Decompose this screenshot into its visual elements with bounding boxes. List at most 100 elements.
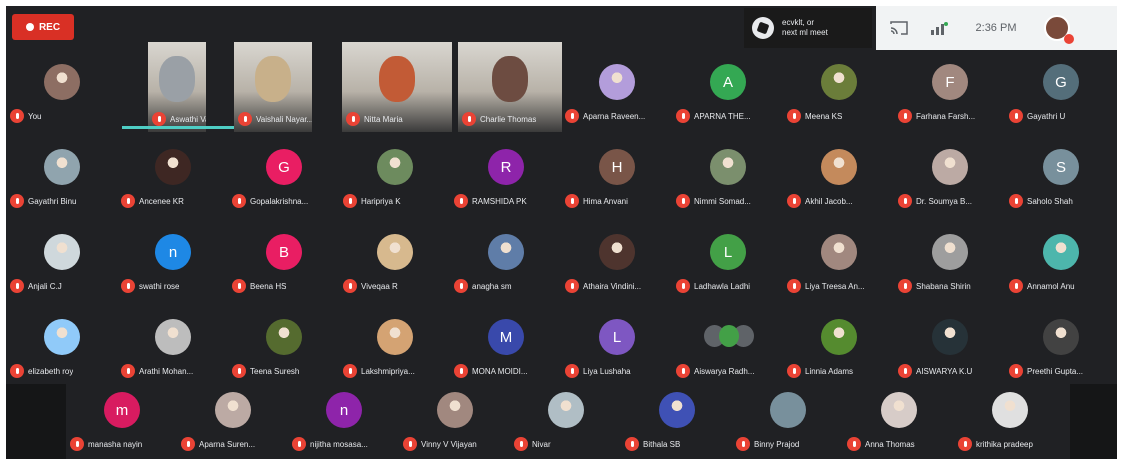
participant-nameplate: Liya Treesa An...	[787, 279, 865, 293]
record-button[interactable]: REC	[12, 14, 74, 40]
mic-off-icon	[232, 194, 246, 208]
avatar	[44, 234, 80, 270]
participant-name: Aparna Suren...	[199, 439, 256, 449]
participant-name: Vinny V Vijayan	[421, 439, 477, 449]
participant-tile[interactable]: Anna Thomas	[843, 374, 955, 459]
participant-tile[interactable]: krithika pradeep	[954, 374, 1066, 459]
participant-nameplate: Aparna Suren...	[181, 437, 255, 451]
participant-name: Saholo Shah	[1027, 196, 1073, 206]
avatar	[821, 64, 857, 100]
participant-tile[interactable]: Aparna Suren...	[177, 374, 289, 459]
participant-nameplate: Nivar	[514, 437, 551, 451]
participant-name: swathi rose	[139, 281, 180, 291]
meeting-grid: REC ecvklt, or next ml meet 2:36 PM Aswa…	[6, 6, 1117, 459]
mic-off-icon	[565, 194, 579, 208]
participant-tile[interactable]: Shabana Shirin	[894, 216, 1006, 303]
participant-tile[interactable]: anagha sm	[450, 216, 562, 303]
participant-name: Farhana Farsh...	[916, 111, 976, 121]
participant-tile[interactable]: G Gopalakrishna...	[228, 131, 340, 218]
participant-tile[interactable]: n nijitha mosasa...	[288, 374, 400, 459]
video-tile[interactable]: Nitta Maria	[342, 42, 452, 132]
mic-off-icon	[403, 437, 417, 451]
participant-tile[interactable]: Annamol Anu	[1005, 216, 1117, 303]
cast-icon[interactable]	[890, 21, 908, 35]
participant-tile[interactable]: You	[6, 46, 118, 133]
mic-off-icon	[565, 109, 579, 123]
participant-tile[interactable]: L Ladhawla Ladhi	[672, 216, 784, 303]
participant-tile[interactable]: Binny Prajod	[732, 374, 844, 459]
participant-tile[interactable]: Meena KS	[783, 46, 895, 133]
participant-tile[interactable]: A APARNA THE...	[672, 46, 784, 133]
participant-nameplate: Anna Thomas	[847, 437, 915, 451]
mic-off-icon	[1009, 109, 1023, 123]
avatar	[266, 319, 302, 355]
meet-notification[interactable]: ecvklt, or next ml meet	[744, 8, 872, 48]
participant-tile[interactable]: R RAMSHIDA PK	[450, 131, 562, 218]
participant-tile[interactable]: Aparna Raveen...	[561, 46, 673, 133]
participant-tile[interactable]: Akhil Jacob...	[783, 131, 895, 218]
participant-tile[interactable]: Gayathri Binu	[6, 131, 118, 218]
participant-name: Vaishali Nayar...	[256, 114, 312, 124]
participant-tile[interactable]: Viveqaa R	[339, 216, 451, 303]
mic-off-icon	[346, 112, 360, 126]
participant-tile[interactable]: Anjali C.J	[6, 216, 118, 303]
avatar	[932, 149, 968, 185]
notification-badge	[1064, 34, 1074, 44]
participant-tile[interactable]: Athaira Vindini...	[561, 216, 673, 303]
participant-tile[interactable]: Haripriya K	[339, 131, 451, 218]
mic-off-icon	[1009, 279, 1023, 293]
participant-name: Ladhawla Ladhi	[694, 281, 751, 291]
participant-tile[interactable]: H Hima Anvani	[561, 131, 673, 218]
avatar	[1043, 319, 1079, 355]
avatar	[659, 392, 695, 428]
participant-nameplate: Gayathri U	[1009, 109, 1065, 123]
participant-tile[interactable]: Bithala SB	[621, 374, 733, 459]
participant-nameplate: Aswathi Vazha...	[152, 112, 206, 126]
participant-nameplate: Nitta Maria	[346, 112, 403, 126]
participant-name: You	[28, 111, 42, 121]
video-tile[interactable]: Aswathi Vazha...	[148, 42, 206, 132]
avatar	[377, 149, 413, 185]
participant-tile[interactable]: B Beena HS	[228, 216, 340, 303]
signal-icon[interactable]	[930, 21, 948, 35]
avatar: L	[710, 234, 746, 270]
participant-tile[interactable]: Ancenee KR	[117, 131, 229, 218]
mic-off-icon	[898, 194, 912, 208]
participant-tile[interactable]: Vinny V Vijayan	[399, 374, 511, 459]
participant-name: Shabana Shirin	[916, 281, 971, 291]
avatar: m	[104, 392, 140, 428]
participant-nameplate: anagha sm	[454, 279, 512, 293]
participant-name: nijitha mosasa...	[310, 439, 368, 449]
participant-tile[interactable]: S Saholo Shah	[1005, 131, 1117, 218]
account-avatar[interactable]	[1044, 15, 1074, 44]
participant-tile[interactable]: Nivar	[510, 374, 622, 459]
participant-name: Charlie Thomas	[480, 114, 537, 124]
participant-tile[interactable]: G Gayathri U	[1005, 46, 1117, 133]
avatar	[155, 149, 191, 185]
participant-nameplate: manasha nayin	[70, 437, 142, 451]
avatar	[215, 392, 251, 428]
participant-tile[interactable]: Liya Treesa An...	[783, 216, 895, 303]
mic-off-icon	[514, 437, 528, 451]
participant-nameplate: elizabeth roy	[10, 364, 73, 378]
participant-nameplate: Vaishali Nayar...	[238, 112, 312, 126]
participant-tile[interactable]: F Farhana Farsh...	[894, 46, 1006, 133]
participant-avatar-group	[704, 321, 755, 351]
avatar: n	[155, 234, 191, 270]
participant-nameplate: nijitha mosasa...	[292, 437, 368, 451]
participant-tile[interactable]: n swathi rose	[117, 216, 229, 303]
participant-name: Viveqaa R	[361, 281, 398, 291]
participant-tile[interactable]: m manasha nayin	[66, 374, 178, 459]
participant-nameplate: Shabana Shirin	[898, 279, 971, 293]
avatar: G	[1043, 64, 1079, 100]
participant-tile[interactable]: Nimmi Somad...	[672, 131, 784, 218]
participant-nameplate: Beena HS	[232, 279, 286, 293]
mic-off-icon	[676, 279, 690, 293]
participant-tile[interactable]: Dr. Soumya B...	[894, 131, 1006, 218]
mic-off-icon	[10, 109, 24, 123]
mic-off-icon	[898, 109, 912, 123]
avatar	[377, 234, 413, 270]
participant-name: Nimmi Somad...	[694, 196, 751, 206]
video-tile[interactable]: Charlie Thomas	[458, 42, 562, 132]
video-tile[interactable]: Vaishali Nayar...	[234, 42, 312, 132]
